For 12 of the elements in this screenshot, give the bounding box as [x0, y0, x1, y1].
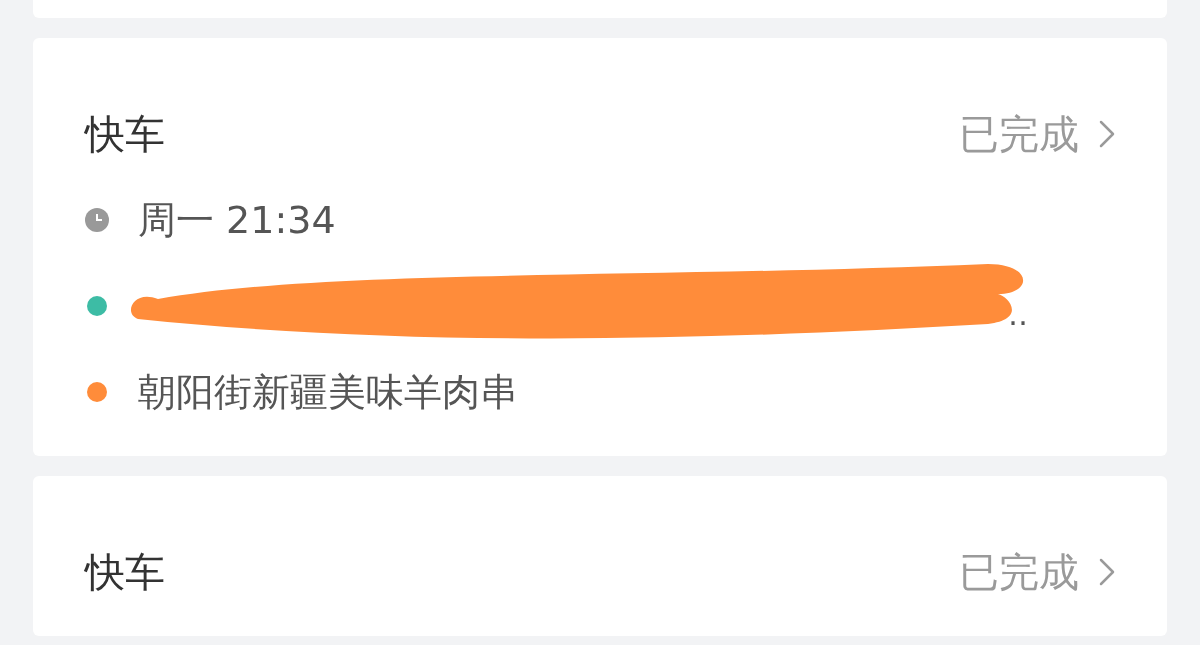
ride-type: 快车 [85, 552, 165, 592]
clock-icon [85, 208, 109, 232]
address-text: 朝阳街新疆美味羊肉串 [138, 373, 518, 411]
order-card[interactable]: 快车 已完成 周一 21:34 ‥ 朝阳街新疆美味羊肉串 [33, 38, 1167, 456]
order-status: 已完成 [959, 552, 1079, 592]
ride-type: 快车 [85, 114, 165, 154]
address-text: ‥ [1008, 300, 1029, 330]
order-time: 周一 21:34 [138, 201, 336, 239]
chevron-right-icon [1099, 120, 1115, 148]
order-status: 已完成 [959, 114, 1079, 154]
chevron-right-icon [1099, 558, 1115, 586]
order-card[interactable]: 快车 已完成 [33, 476, 1167, 636]
